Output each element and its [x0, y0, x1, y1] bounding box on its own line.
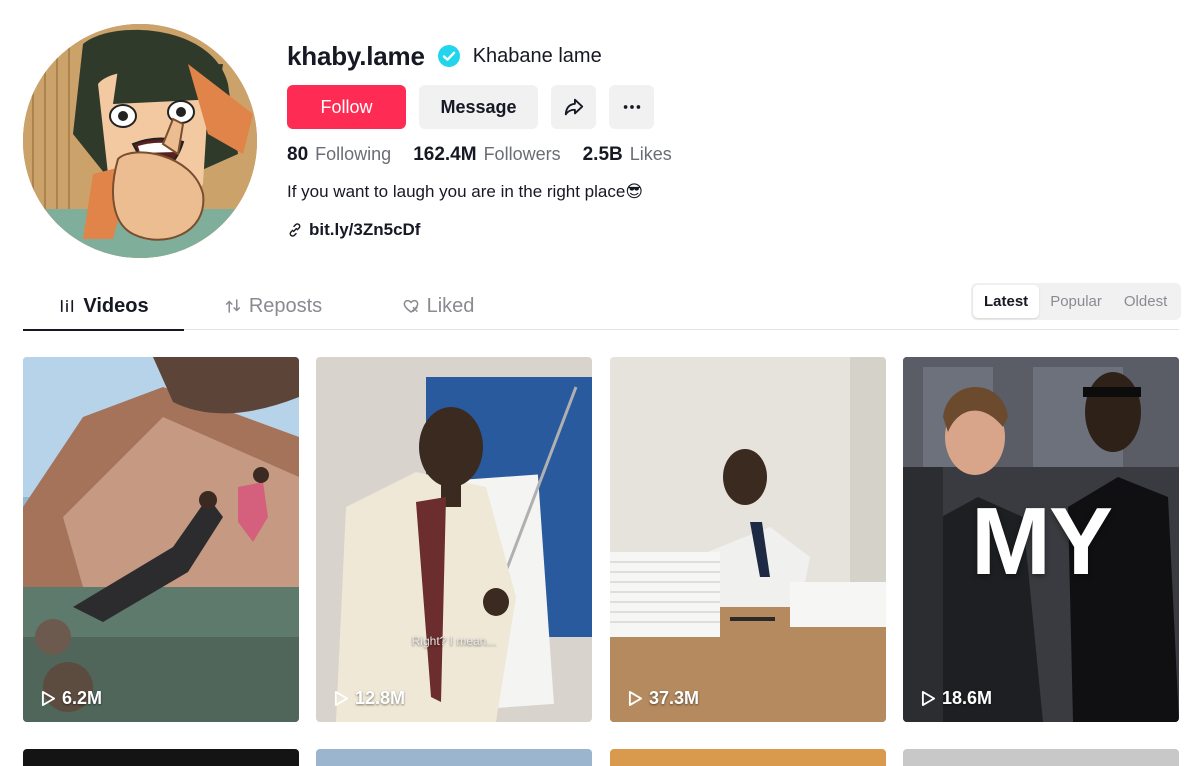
sort-latest[interactable]: Latest — [973, 285, 1040, 318]
stat-followers[interactable]: 162.4M Followers — [413, 144, 560, 166]
video-overlay-text: MY — [971, 488, 1113, 595]
tab-label: Liked — [426, 294, 475, 317]
profile-bio: If you want to laugh you are in the righ… — [287, 182, 644, 201]
view-count-text: 37.3M — [649, 688, 700, 708]
view-count: 12.8M — [334, 688, 405, 709]
sort-toggle: Latest Popular Oldest — [971, 283, 1181, 320]
grid-icon — [61, 299, 74, 313]
link-icon — [289, 223, 301, 237]
play-icon — [921, 691, 936, 706]
view-count-text: 18.6M — [942, 688, 993, 708]
profile-username: khaby.lame — [287, 40, 425, 71]
view-count-text: 12.8M — [355, 688, 406, 708]
stat-label: Followers — [483, 144, 561, 164]
stat-value: 2.5B — [582, 144, 623, 165]
video-thumbnail — [23, 357, 299, 722]
view-count-text: 6.2M — [62, 688, 103, 708]
video-card[interactable] — [610, 749, 886, 766]
message-button[interactable]: Message — [419, 85, 538, 129]
view-count: 18.6M — [921, 688, 992, 709]
profile-avatar[interactable] — [23, 24, 257, 258]
video-card[interactable]: 37.3M — [610, 357, 886, 722]
more-icon — [623, 105, 640, 109]
tab-videos[interactable]: Videos — [23, 284, 184, 328]
share-icon — [564, 98, 583, 116]
tab-reposts[interactable]: Reposts — [204, 284, 342, 328]
sort-oldest[interactable]: Oldest — [1113, 285, 1178, 318]
stat-value: 162.4M — [413, 144, 477, 165]
tab-label: Videos — [83, 294, 149, 317]
video-card[interactable]: 6.2M — [23, 357, 299, 722]
view-count: 37.3M — [628, 688, 699, 709]
stat-likes: 2.5B Likes — [583, 144, 672, 166]
profile-nickname: Khabane lame — [472, 44, 602, 67]
view-count: 6.2M — [41, 688, 102, 709]
verified-badge-icon — [437, 45, 460, 67]
tab-label: Reposts — [248, 294, 323, 317]
video-thumbnail — [610, 357, 886, 722]
video-card[interactable]: Right? I mean... 12.8M — [316, 357, 592, 722]
repost-icon — [225, 299, 240, 313]
stat-label: Likes — [629, 144, 672, 164]
avatar-cartoon-image — [23, 24, 257, 258]
play-icon — [41, 691, 56, 706]
follow-button[interactable]: Follow — [287, 85, 406, 129]
stat-label: Following — [315, 144, 392, 164]
stat-following[interactable]: 80 Following — [287, 144, 391, 166]
more-options-button[interactable] — [609, 85, 654, 129]
profile-link-text: bit.ly/3Zn5cDf — [309, 220, 421, 239]
play-icon — [334, 691, 349, 706]
share-button[interactable] — [551, 85, 596, 129]
play-icon — [628, 691, 643, 706]
tab-liked[interactable]: Liked — [378, 284, 498, 328]
heart-icon — [403, 299, 418, 313]
sort-popular[interactable]: Popular — [1039, 285, 1113, 318]
video-thumbnail — [316, 357, 592, 722]
video-card[interactable]: MY 18.6M — [903, 357, 1179, 722]
active-tab-indicator — [23, 329, 184, 331]
video-card[interactable] — [903, 749, 1179, 766]
profile-stats: 80 Following 162.4M Followers 2.5B Likes — [287, 144, 694, 166]
profile-link[interactable]: bit.ly/3Zn5cDf — [287, 220, 420, 240]
video-card[interactable] — [23, 749, 299, 766]
stat-value: 80 — [287, 144, 309, 165]
video-card[interactable] — [316, 749, 592, 766]
video-caption: Right? I mean... — [411, 634, 497, 648]
